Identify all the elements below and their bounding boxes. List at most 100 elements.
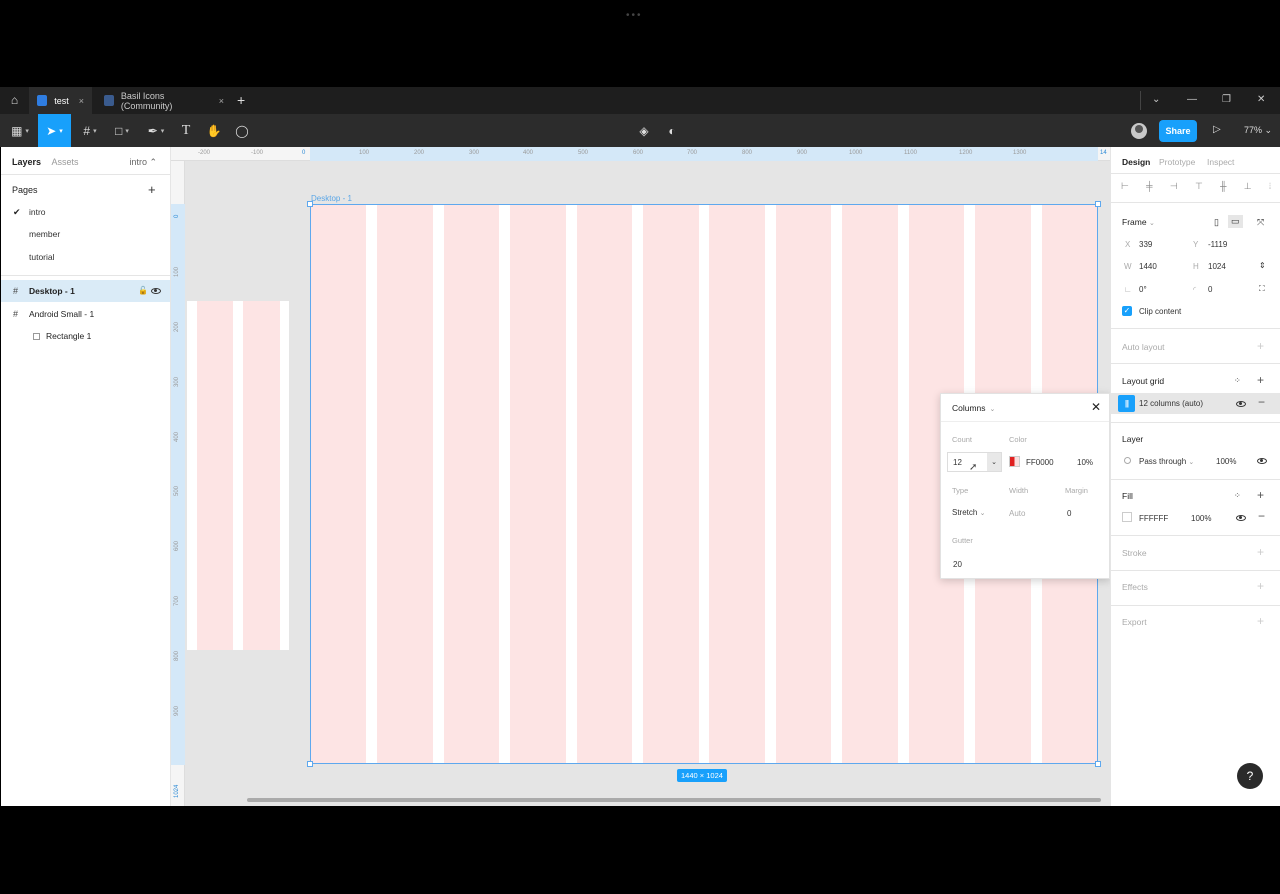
main-menu-icon[interactable]: ▦ ▾ — [5, 114, 35, 147]
grid-type-dropdown[interactable]: Columns ⌄ — [952, 403, 995, 413]
play-icon[interactable]: ▷ — [1213, 124, 1221, 135]
tab-inspect[interactable]: Inspect — [1207, 157, 1234, 167]
android-small-frame[interactable] — [187, 301, 289, 650]
horizontal-scrollbar[interactable] — [247, 798, 1101, 802]
add-fill-icon[interactable]: + — [1257, 488, 1264, 502]
minimize-icon[interactable]: — — [1187, 94, 1197, 105]
avatar[interactable] — [1131, 123, 1147, 139]
gutter-input[interactable]: 20 — [953, 560, 962, 569]
tab-test[interactable]: test × — [29, 87, 92, 114]
fill-swatch[interactable] — [1122, 512, 1132, 522]
tab-basil-icons[interactable]: Basil Icons (Community) × — [96, 87, 232, 114]
align-center-h-icon[interactable]: ╪ — [1146, 181, 1152, 192]
fill-opacity-input[interactable]: 100% — [1191, 514, 1211, 523]
layout-grid-item[interactable]: ||| 12 columns (auto) − — [1111, 393, 1280, 414]
close-tab-icon[interactable]: × — [219, 96, 224, 106]
align-top-icon[interactable]: ⊤ — [1195, 181, 1203, 192]
eye-icon[interactable] — [1236, 401, 1246, 407]
lock-icon[interactable]: 🔓 — [138, 286, 148, 295]
width-input[interactable]: Auto — [1009, 509, 1025, 518]
color-hex-input[interactable]: FF0000 — [1026, 458, 1054, 467]
color-opacity-input[interactable]: 10% — [1077, 458, 1093, 467]
align-left-icon[interactable]: ⊢ — [1121, 181, 1129, 192]
add-auto-layout-icon[interactable]: + — [1257, 339, 1264, 353]
resize-handle[interactable] — [1095, 201, 1101, 207]
eye-icon[interactable] — [1257, 458, 1267, 464]
stroke-title: Stroke — [1122, 548, 1147, 558]
fill-styles-icon[interactable]: ⁘ — [1234, 491, 1241, 500]
grid-styles-icon[interactable]: ⁘ — [1234, 376, 1241, 385]
layer-rectangle-1[interactable]: Rectangle 1 — [1, 325, 170, 347]
add-stroke-icon[interactable]: + — [1257, 545, 1264, 559]
page-item-intro[interactable]: intro — [29, 207, 46, 217]
comment-tool-icon[interactable]: ◯ — [232, 114, 252, 147]
resize-handle[interactable] — [307, 201, 313, 207]
add-export-icon[interactable]: + — [1257, 614, 1264, 628]
tab-design[interactable]: Design — [1122, 157, 1150, 167]
clip-content-checkbox[interactable]: ✓ — [1122, 306, 1132, 316]
height-input[interactable]: 1024 — [1208, 262, 1226, 271]
layer-android-small-1[interactable]: # Android Small - 1 — [1, 303, 170, 325]
align-middle-icon[interactable]: ╫ — [1220, 181, 1226, 192]
close-tab-icon[interactable]: × — [79, 96, 84, 106]
blend-mode-dropdown[interactable]: Pass through ⌄ — [1139, 457, 1194, 466]
width-label: Width — [1009, 486, 1029, 495]
chevron-down-icon[interactable]: ⌄ — [987, 453, 1001, 471]
landscape-icon[interactable]: ▭ — [1228, 215, 1243, 228]
layer-opacity-input[interactable]: 100% — [1216, 457, 1236, 466]
frame-label[interactable]: Desktop - 1 — [311, 194, 352, 203]
resize-handle[interactable] — [307, 761, 313, 767]
tab-assets[interactable]: Assets — [52, 157, 79, 167]
add-page-icon[interactable]: + — [148, 182, 156, 197]
zoom-dropdown[interactable]: 77% ⌄ — [1244, 125, 1272, 136]
add-effect-icon[interactable]: + — [1257, 579, 1264, 593]
y-input[interactable]: -1119 — [1208, 240, 1227, 249]
window-drag-handle[interactable]: ••• — [626, 10, 643, 21]
share-button[interactable]: Share — [1159, 120, 1197, 142]
eye-icon[interactable] — [1236, 515, 1246, 521]
home-icon[interactable]: ⌂ — [8, 94, 21, 107]
columns-grid-icon[interactable]: ||| — [1118, 395, 1135, 412]
contrast-icon[interactable]: ◐ — [662, 114, 682, 147]
resize-to-fit-icon[interactable]: ⤧ — [1257, 217, 1264, 228]
distribute-icon[interactable]: ⦙ — [1269, 181, 1271, 192]
remove-grid-icon[interactable]: − — [1258, 395, 1265, 409]
help-button[interactable]: ? — [1237, 763, 1263, 789]
resize-handle[interactable] — [1095, 761, 1101, 767]
frame-tool-icon[interactable]: # ▾ — [76, 114, 104, 147]
x-input[interactable]: 339 — [1139, 240, 1152, 249]
color-swatch[interactable] — [1009, 456, 1020, 467]
fill-hex-input[interactable]: FFFFFF — [1139, 514, 1168, 523]
rotation-input[interactable]: 0° — [1139, 285, 1147, 294]
independent-corners-icon[interactable]: ⛶ — [1259, 284, 1265, 294]
move-tool-icon[interactable]: ➤ ▾ — [38, 114, 71, 147]
restore-icon[interactable]: ❐ — [1222, 94, 1231, 105]
window-close-icon[interactable]: ✕ — [1257, 94, 1265, 105]
align-bottom-icon[interactable]: ⊥ — [1244, 181, 1252, 192]
remove-fill-icon[interactable]: − — [1258, 509, 1265, 523]
portrait-icon[interactable]: ▯ — [1214, 217, 1219, 228]
tab-prototype[interactable]: Prototype — [1159, 157, 1195, 167]
frame-dropdown[interactable]: Frame ⌄ — [1122, 217, 1155, 227]
constrain-proportions-icon[interactable]: ⇕ — [1259, 261, 1266, 270]
page-item-tutorial[interactable]: tutorial — [29, 252, 55, 262]
add-grid-icon[interactable]: + — [1257, 373, 1264, 387]
components-icon[interactable]: ◈ — [634, 114, 654, 147]
chevron-down-icon[interactable]: ⌄ — [1152, 94, 1160, 105]
shape-tool-icon[interactable]: □ ▾ — [108, 114, 136, 147]
layer-desktop-1[interactable]: # Desktop - 1 🔓 — [1, 280, 170, 302]
align-right-icon[interactable]: ⊣ — [1170, 181, 1178, 192]
eye-icon[interactable] — [151, 288, 161, 294]
margin-input[interactable]: 0 — [1067, 509, 1071, 518]
width-input[interactable]: 1440 — [1139, 262, 1157, 271]
tab-layers[interactable]: Layers — [12, 157, 41, 167]
text-tool-icon[interactable]: T — [176, 114, 196, 147]
type-dropdown[interactable]: Stretch ⌄ — [952, 508, 985, 517]
pen-tool-icon[interactable]: ✒ ▾ — [142, 114, 170, 147]
corner-radius-input[interactable]: 0 — [1208, 285, 1212, 294]
new-tab-icon[interactable]: + — [237, 92, 245, 108]
page-item-member[interactable]: member — [29, 229, 60, 239]
close-icon[interactable]: ✕ — [1091, 400, 1101, 414]
hand-tool-icon[interactable]: ✋ — [204, 114, 224, 147]
page-selector[interactable]: intro ⌃ — [129, 157, 157, 168]
